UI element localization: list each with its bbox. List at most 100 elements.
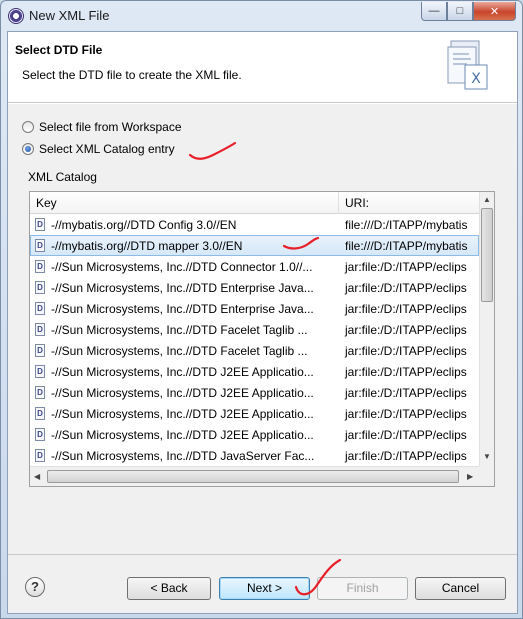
dtd-file-icon: D (35, 260, 45, 273)
row-key-text: -//Sun Microsystems, Inc.//DTD Facelet T… (51, 343, 308, 358)
table-row[interactable]: D -//Sun Microsystems, Inc.//DTD J2EE App… (30, 382, 479, 403)
cell-uri: jar:file:/D:/ITAPP/eclips (345, 448, 467, 463)
table-row[interactable]: D -//Sun Microsystems, Inc.//DTD Enterpri… (30, 277, 479, 298)
dtd-file-icon: D (35, 281, 45, 294)
scroll-down-icon[interactable]: ▼ (483, 452, 491, 461)
window-title: New XML File (29, 8, 110, 23)
radio-workspace[interactable] (22, 121, 34, 133)
option-xml-catalog[interactable]: Select XML Catalog entry (22, 142, 175, 156)
cell-key: D -//mybatis.org//DTD mapper 3.0//EN (30, 239, 339, 253)
cell-key: D -//Sun Microsystems, Inc.//DTD Enterpri… (30, 281, 339, 295)
cancel-button[interactable]: Cancel (415, 577, 506, 600)
minimize-button[interactable]: — (421, 2, 447, 21)
horizontal-scroll-thumb[interactable] (47, 470, 459, 483)
vertical-scroll-thumb[interactable] (481, 208, 493, 302)
cell-uri: jar:file:/D:/ITAPP/eclips (345, 385, 467, 400)
scroll-right-icon[interactable]: ▶ (467, 472, 473, 481)
row-key-text: -//Sun Microsystems, Inc.//DTD JavaServe… (51, 448, 315, 463)
header-divider (8, 103, 517, 104)
vertical-scrollbar[interactable]: ▲ ▼ (479, 192, 494, 466)
table-row[interactable]: D -//Sun Microsystems, Inc.//DTD Facelet … (30, 319, 479, 340)
xml-catalog-table[interactable]: Key URI: D -//mybatis.org//DTD Config 3.0… (29, 191, 495, 487)
title-bar[interactable]: New XML File — □ ✕ (1, 1, 522, 31)
scroll-corner (479, 466, 494, 486)
cell-uri: jar:file:/D:/ITAPP/eclips (345, 259, 467, 274)
horizontal-scrollbar[interactable]: ◀ ▶ (30, 466, 479, 486)
cell-uri: jar:file:/D:/ITAPP/eclips (345, 322, 467, 337)
row-key-text: -//Sun Microsystems, Inc.//DTD J2EE Appl… (51, 406, 314, 421)
cell-uri: jar:file:/D:/ITAPP/eclips (345, 427, 467, 442)
table-header: Key URI: (30, 192, 479, 214)
cell-uri: jar:file:/D:/ITAPP/eclips (345, 280, 467, 295)
dtd-file-icon: D (35, 449, 45, 462)
cell-key: D -//Sun Microsystems, Inc.//DTD J2EE App… (30, 365, 339, 379)
option-workspace[interactable]: Select file from Workspace (22, 120, 182, 134)
table-row[interactable]: D -//Sun Microsystems, Inc.//DTD J2EE App… (30, 424, 479, 445)
table-row[interactable]: D -//Sun Microsystems, Inc.//DTD Facelet … (30, 340, 479, 361)
wizard-header: Select DTD File Select the DTD file to c… (8, 32, 517, 103)
cell-uri: file:///D:/ITAPP/mybatis (345, 217, 468, 232)
dtd-file-icon: D (35, 407, 45, 420)
dtd-file-icon: D (35, 428, 45, 441)
dtd-file-icon: D (35, 365, 45, 378)
minimize-icon: — (428, 5, 440, 17)
cell-uri: jar:file:/D:/ITAPP/eclips (345, 343, 467, 358)
cell-key: D -//mybatis.org//DTD Config 3.0//EN (30, 218, 339, 232)
scroll-left-icon[interactable]: ◀ (34, 472, 40, 481)
column-key[interactable]: Key (30, 192, 339, 214)
table-row[interactable]: D -//Sun Microsystems, Inc.//DTD Enterpri… (30, 298, 479, 319)
dtd-file-icon: D (35, 239, 45, 252)
dtd-file-icon: D (35, 386, 45, 399)
footer-divider (8, 554, 517, 555)
radio-xml-catalog[interactable] (22, 143, 34, 155)
eclipse-icon (8, 8, 24, 24)
table-rows: D -//mybatis.org//DTD Config 3.0//EN file:… (30, 214, 479, 466)
cell-key: D -//Sun Microsystems, Inc.//DTD Facelet … (30, 323, 339, 337)
column-uri[interactable]: URI: (339, 192, 479, 214)
dtd-file-icon: D (35, 302, 45, 315)
maximize-icon: □ (456, 5, 464, 17)
dialog-window: New XML File — □ ✕ Select DTD File Selec… (0, 0, 523, 619)
cell-uri: jar:file:/D:/ITAPP/eclips (345, 364, 467, 379)
table-row[interactable]: D -//mybatis.org//DTD mapper 3.0//EN file:… (30, 235, 479, 256)
cell-key: D -//Sun Microsystems, Inc.//DTD J2EE App… (30, 428, 339, 442)
xml-file-wizard-icon: X (447, 40, 488, 90)
maximize-button[interactable]: □ (447, 2, 473, 21)
window-controls: — □ ✕ (421, 2, 516, 21)
help-button[interactable]: ? (25, 577, 45, 597)
table-row[interactable]: D -//Sun Microsystems, Inc.//DTD JavaServ… (30, 445, 479, 466)
cell-uri: jar:file:/D:/ITAPP/eclips (345, 406, 467, 421)
table-row[interactable]: D -//Sun Microsystems, Inc.//DTD J2EE App… (30, 403, 479, 424)
table-row[interactable]: D -//mybatis.org//DTD Config 3.0//EN file:… (30, 214, 479, 235)
option-workspace-label: Select file from Workspace (39, 120, 182, 134)
row-key-text: -//Sun Microsystems, Inc.//DTD J2EE Appl… (51, 385, 314, 400)
svg-text:X: X (471, 71, 481, 87)
cell-uri: jar:file:/D:/ITAPP/eclips (345, 301, 467, 316)
close-button[interactable]: ✕ (473, 2, 516, 21)
row-key-text: -//Sun Microsystems, Inc.//DTD J2EE Appl… (51, 427, 314, 442)
cell-key: D -//Sun Microsystems, Inc.//DTD Connecto… (30, 260, 339, 274)
table-row[interactable]: D -//Sun Microsystems, Inc.//DTD J2EE App… (30, 361, 479, 382)
cell-key: D -//Sun Microsystems, Inc.//DTD J2EE App… (30, 386, 339, 400)
row-key-text: -//Sun Microsystems, Inc.//DTD Enterpris… (51, 301, 314, 316)
back-button[interactable]: < Back (127, 577, 211, 600)
dtd-file-icon: D (35, 218, 45, 231)
next-button[interactable]: Next > (219, 577, 310, 600)
page-description: Select the DTD file to create the XML fi… (22, 68, 242, 82)
row-key-text: -//Sun Microsystems, Inc.//DTD Facelet T… (51, 322, 308, 337)
row-key-text: -//Sun Microsystems, Inc.//DTD J2EE Appl… (51, 364, 314, 379)
row-key-text: -//mybatis.org//DTD Config 3.0//EN (51, 217, 237, 232)
table-row[interactable]: D -//Sun Microsystems, Inc.//DTD Connecto… (30, 256, 479, 277)
xml-catalog-label: XML Catalog (28, 170, 97, 184)
cell-key: D -//Sun Microsystems, Inc.//DTD Enterpri… (30, 302, 339, 316)
row-key-text: -//mybatis.org//DTD mapper 3.0//EN (51, 238, 243, 253)
cell-key: D -//Sun Microsystems, Inc.//DTD JavaServ… (30, 449, 339, 463)
row-key-text: -//Sun Microsystems, Inc.//DTD Connector… (51, 259, 313, 274)
dtd-file-icon: D (35, 344, 45, 357)
cell-key: D -//Sun Microsystems, Inc.//DTD J2EE App… (30, 407, 339, 421)
row-key-text: -//Sun Microsystems, Inc.//DTD Enterpris… (51, 280, 314, 295)
scroll-up-icon[interactable]: ▲ (483, 195, 491, 204)
dtd-file-icon: D (35, 323, 45, 336)
page-title: Select DTD File (15, 43, 103, 57)
finish-button[interactable]: Finish (317, 577, 408, 600)
